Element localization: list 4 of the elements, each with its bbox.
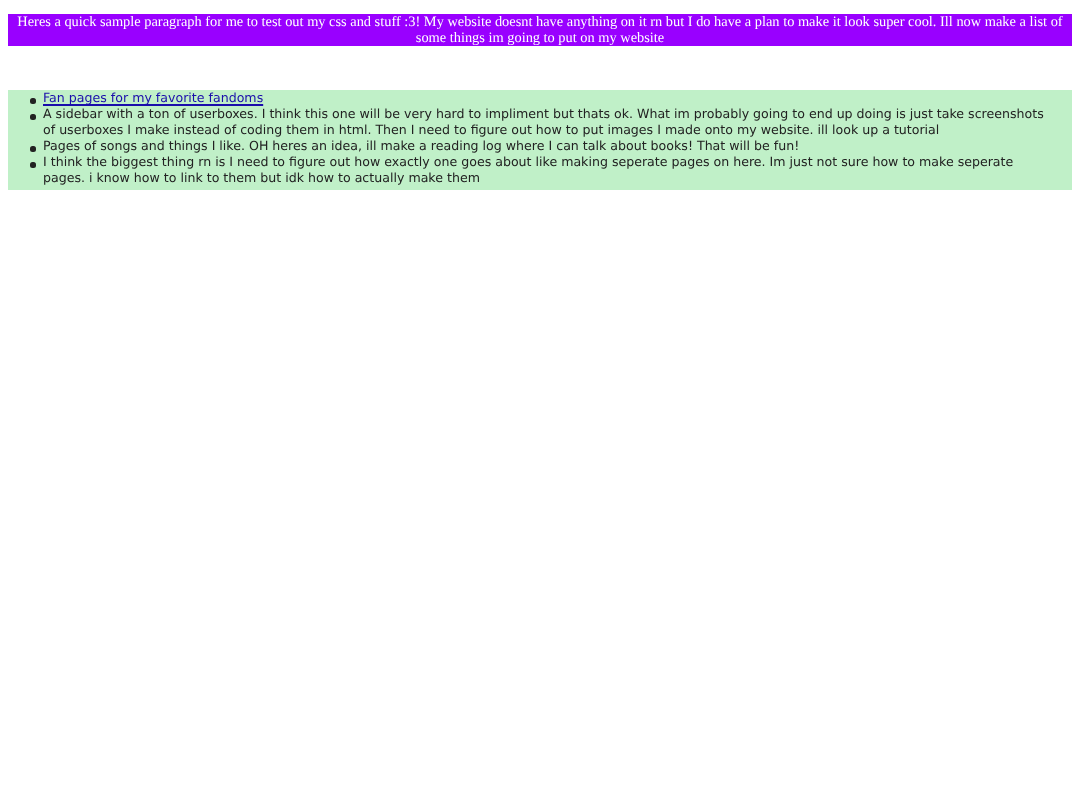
bullet-icon bbox=[30, 146, 35, 151]
bullet-icon bbox=[30, 98, 35, 103]
bullet-icon bbox=[30, 162, 35, 167]
bullet-icon bbox=[30, 114, 35, 119]
